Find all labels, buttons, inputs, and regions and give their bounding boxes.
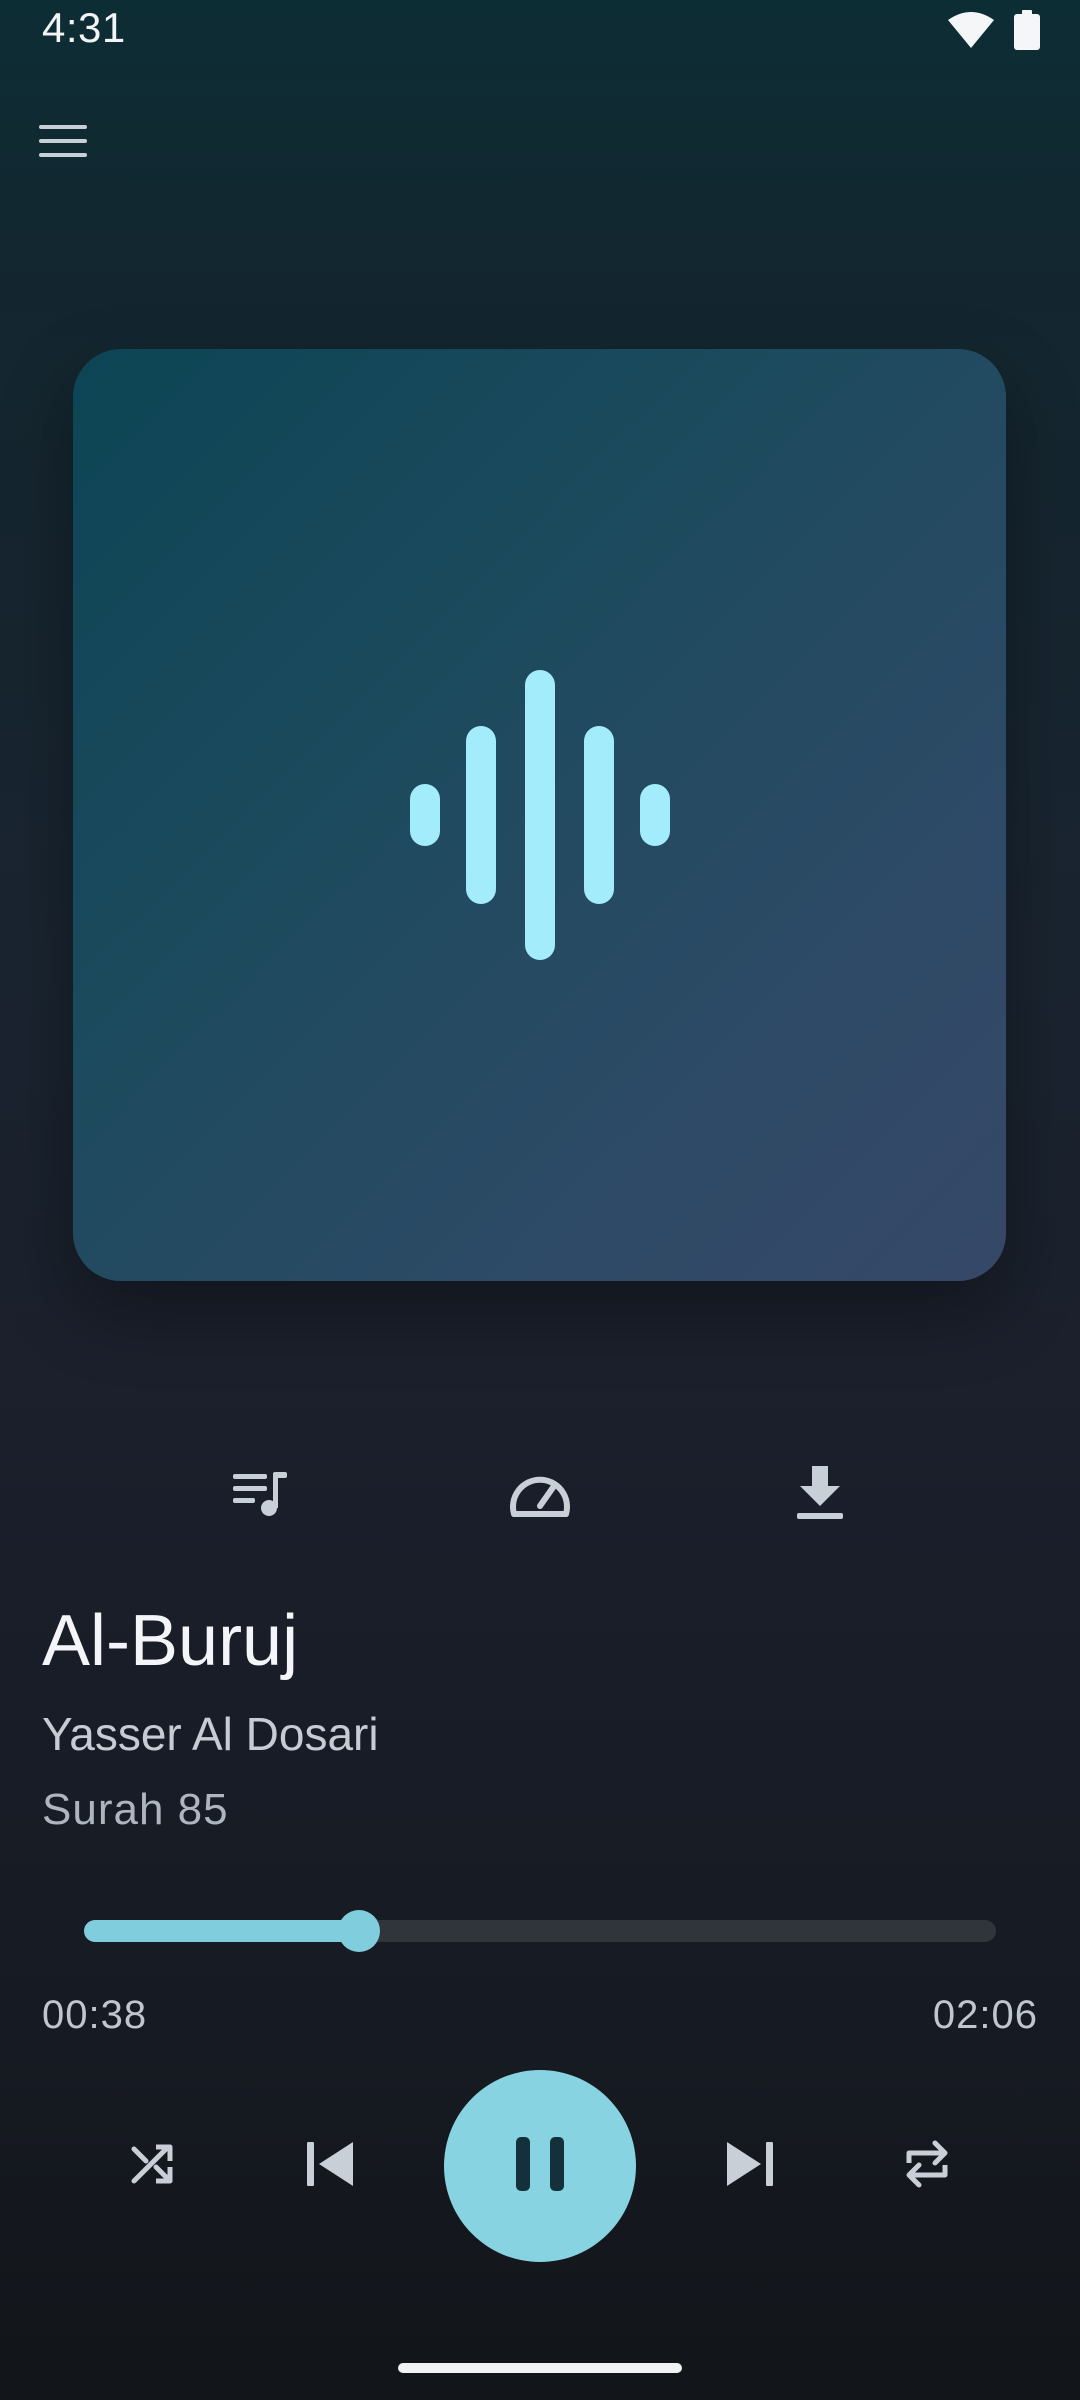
playback-speed-button[interactable] [495,1450,585,1540]
track-artist: Yasser Al Dosari [42,1708,379,1760]
repeat-button[interactable] [882,2121,972,2211]
repeat-icon [903,2139,951,2194]
track-title: Al-Buruj [42,1601,299,1681]
pause-button[interactable] [444,2070,636,2262]
album-artwork [73,349,1006,1281]
track-subtitle: Surah 85 [42,1785,229,1834]
status-icons [948,10,1040,55]
download-icon [797,1465,843,1525]
shuffle-button[interactable] [108,2121,198,2211]
total-time: 02:06 [932,1993,1038,2037]
seek-bar-thumb[interactable] [338,1910,381,1952]
playlist-button[interactable] [215,1450,305,1540]
previous-button[interactable] [285,2121,375,2211]
speed-gauge-icon [508,1468,572,1523]
action-row [0,1450,1080,1540]
menu-icon [39,123,87,164]
skip-previous-icon [307,2141,353,2191]
skip-next-icon [727,2141,773,2191]
status-bar: 4:31 [0,0,1080,60]
next-button[interactable] [705,2121,795,2211]
elapsed-time: 00:38 [42,1993,148,2037]
playback-controls [0,2070,1080,2262]
home-indicator[interactable] [398,2363,682,2373]
menu-button[interactable] [28,108,98,178]
status-time: 4:31 [42,4,126,51]
shuffle-icon [130,2141,176,2192]
seek-bar[interactable] [84,1910,996,1952]
seek-bar-fill [84,1920,360,1942]
pause-icon [516,2136,564,2196]
wifi-icon [948,12,994,53]
battery-icon [1014,10,1040,55]
playlist-icon [233,1470,287,1521]
waveform-icon [409,670,670,960]
download-button[interactable] [775,1450,865,1540]
